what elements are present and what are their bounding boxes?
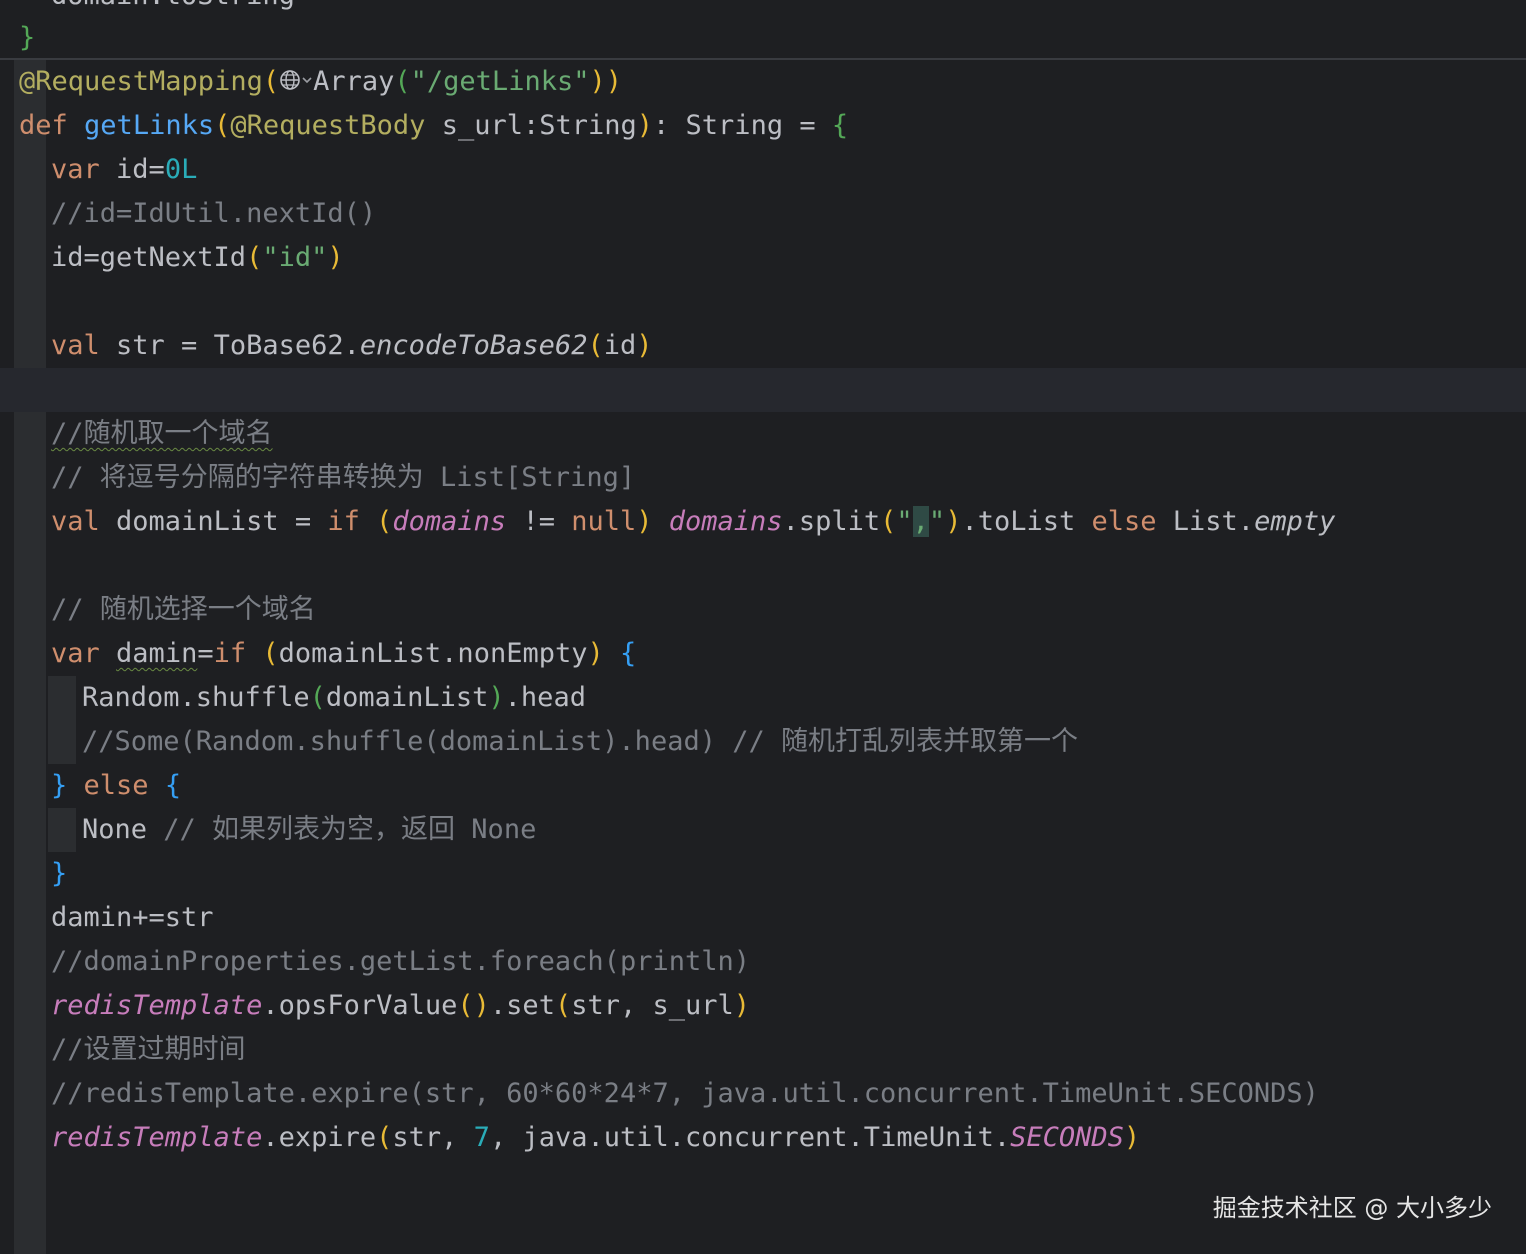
code-line-annotation: @RequestMapping(Array("/getLinks")) — [19, 60, 622, 104]
code-line-comment-pick: // 随机选择一个域名 — [51, 594, 316, 625]
code-line-comment-domain-props: //domainProperties.getList.foreach(print… — [51, 946, 750, 977]
code-line-comment-some: //Some(Random.shuffle(domainList).head) … — [82, 726, 1078, 757]
code-line-comment-expire: //redisTemplate.expire(str, 60*60*24*7, … — [51, 1078, 1319, 1109]
code-line-closing-brace: } — [19, 22, 36, 53]
code-line-shuffle: Random.shuffle(domainList).head — [82, 682, 586, 713]
code-line-id-assign: id=getNextId("id") — [51, 242, 344, 273]
code-line-comment-random-domain: //随机取一个域名 — [51, 418, 273, 449]
code-line-val-str: val str = ToBase62.encodeToBase62(id) — [51, 330, 653, 361]
code-line-else: } else { — [51, 770, 182, 801]
code-line-close-brace: } — [51, 858, 68, 889]
code-line-comment-expire-cn: //设置过期时间 — [51, 1034, 246, 1065]
code-line-def: def getLinks(@RequestBody s_url:String):… — [19, 110, 849, 141]
code-editor[interactable]: domain.toString } @RequestMapping(Array(… — [0, 0, 1526, 1254]
annotation-name: @RequestMapping — [19, 66, 263, 97]
code-line-redis-set: redisTemplate.opsForValue().set(str, s_u… — [51, 990, 751, 1021]
method-name[interactable]: getLinks — [84, 110, 214, 141]
code-line-comment-nextid: //id=IdUtil.nextId() — [51, 198, 377, 229]
globe-icon[interactable] — [279, 61, 301, 105]
chevron-down-icon[interactable] — [301, 61, 313, 105]
code-line-none: None // 如果列表为空，返回 None — [82, 814, 537, 845]
code-line-comment-split: // 将逗号分隔的字符串转换为 List[String] — [51, 462, 636, 493]
if-block-indent — [48, 676, 76, 764]
else-block-indent — [48, 808, 76, 852]
code-line-top-fragment: domain.toString — [51, 0, 295, 18]
code-line-domain-list: val domainList = if (domains != null) do… — [51, 506, 1336, 537]
text-caret-selection: , — [912, 506, 929, 537]
code-line-redis-expire: redisTemplate.expire(str, 7, java.util.c… — [51, 1122, 1141, 1153]
current-line-highlight — [0, 368, 1526, 412]
code-line-var-damin: var damin=if (domainList.nonEmpty) { — [51, 638, 637, 669]
scope-indent-guide — [14, 60, 46, 1254]
watermark: 掘金技术社区 @ 大小多少 — [1212, 1194, 1492, 1222]
code-line-damin-append: damin+=str — [51, 902, 214, 933]
code-line-var-id: var id=0L — [51, 154, 198, 185]
